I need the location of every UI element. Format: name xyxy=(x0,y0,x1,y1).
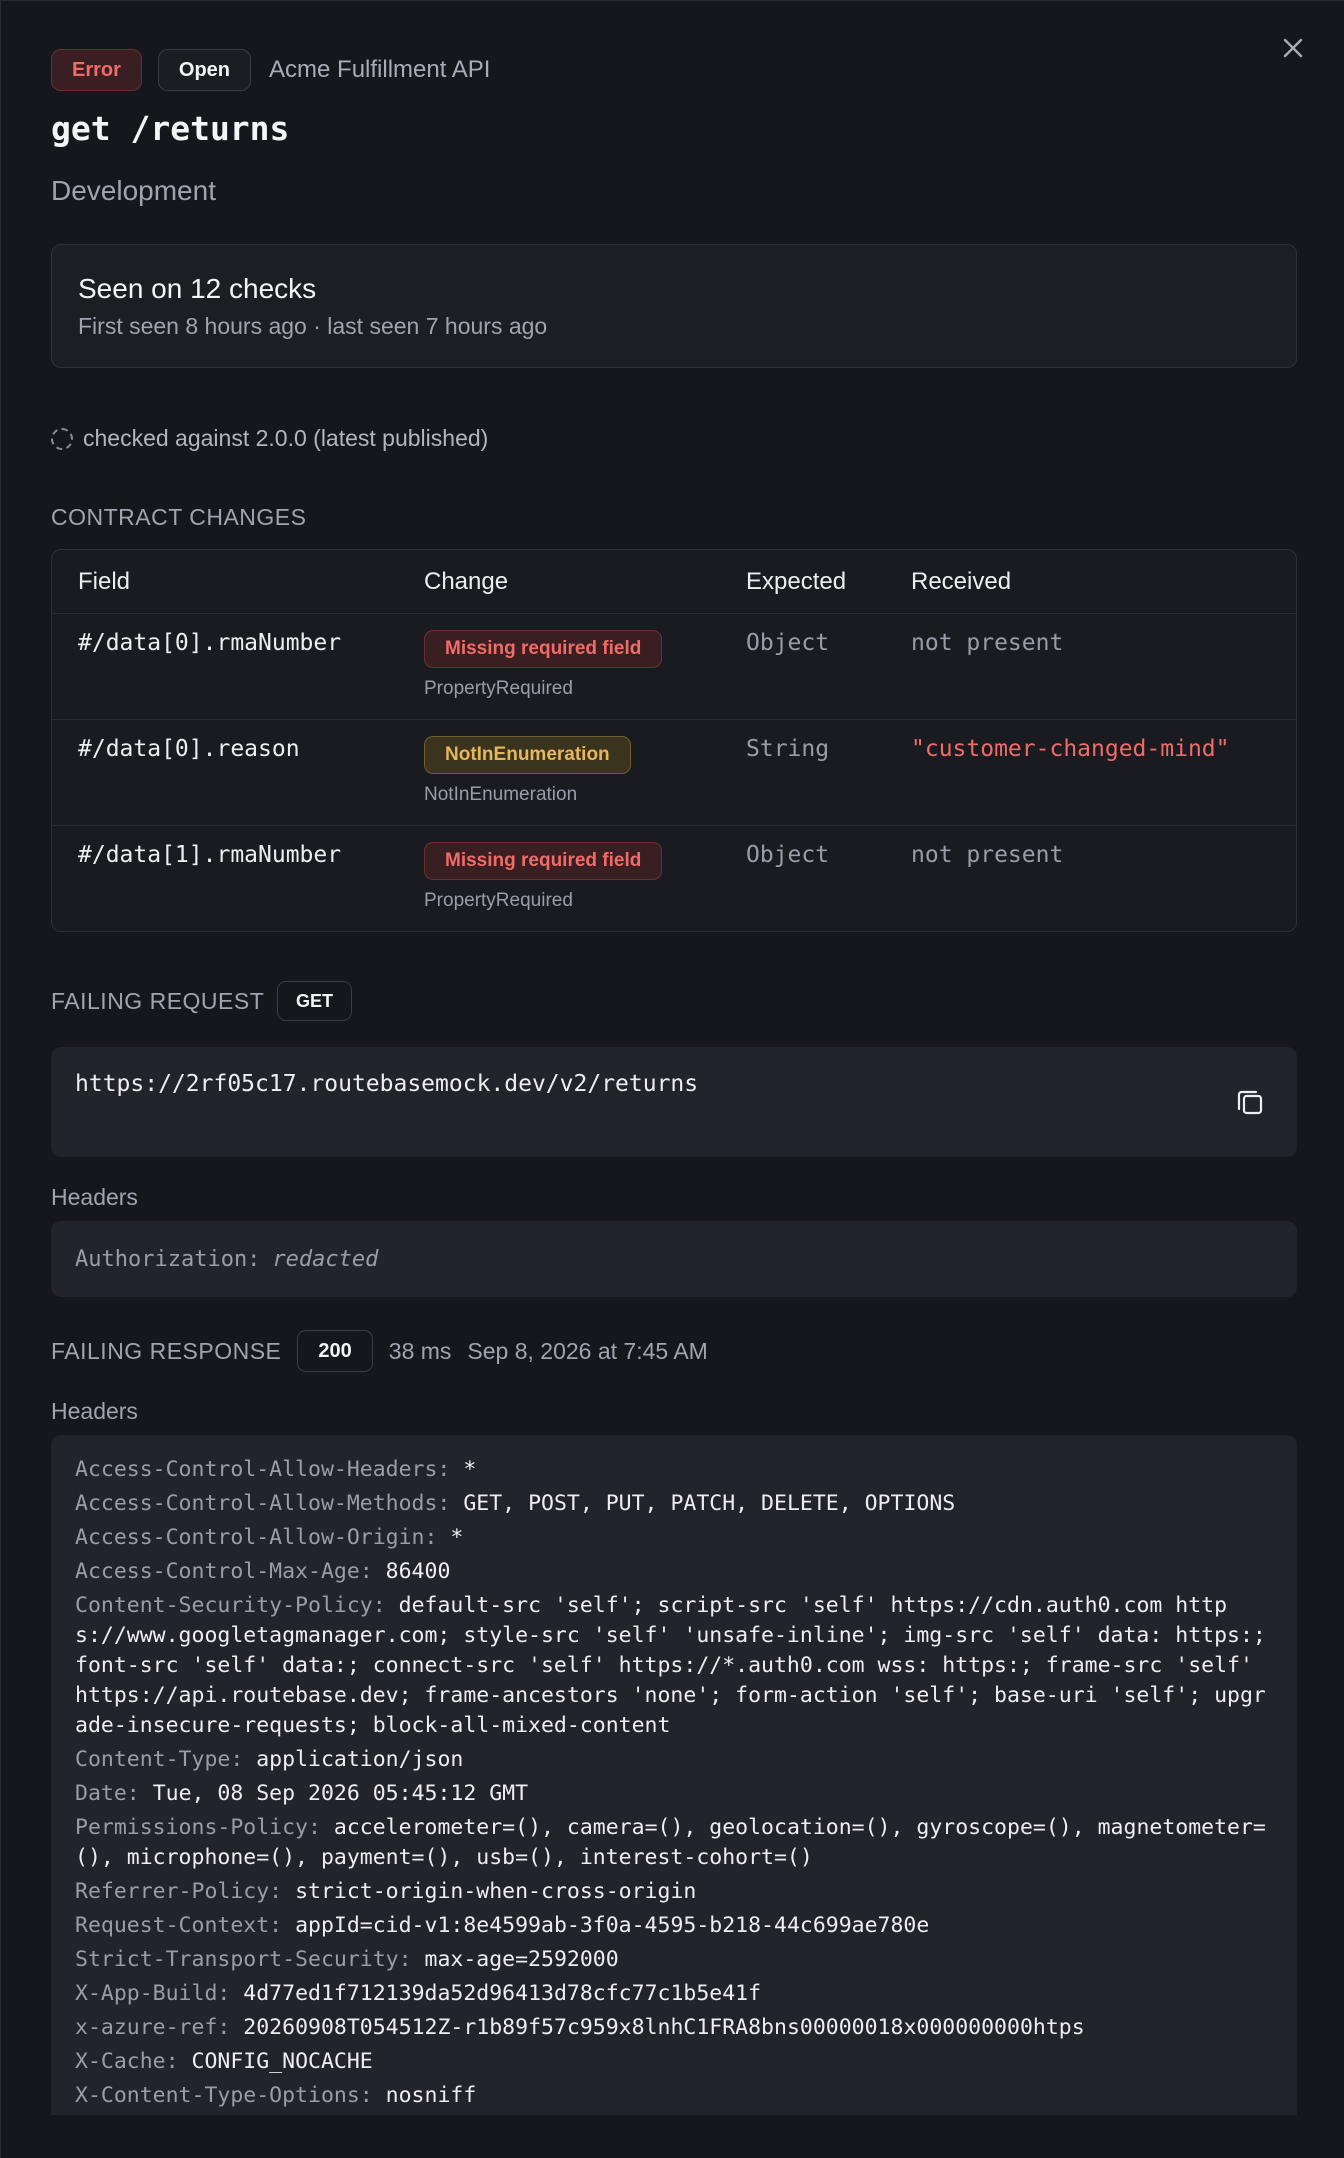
request-url-box: https://2rf05c17.routebasemock.dev/v2/re… xyxy=(51,1047,1297,1157)
copy-url-button[interactable] xyxy=(1233,1085,1267,1119)
change-cell: Missing required field PropertyRequired xyxy=(424,630,663,700)
header-line: X-App-Build: 4d77ed1f712139da52d96413d78… xyxy=(75,1981,762,2006)
failing-request-label: FAILING REQUEST xyxy=(51,988,265,1014)
response-duration: 38 ms xyxy=(388,1337,452,1364)
response-timestamp: Sep 8, 2026 at 7:45 AM xyxy=(467,1337,708,1364)
field-path: #/data[0].reason xyxy=(78,736,300,762)
expected-value: Object xyxy=(746,842,830,868)
header-line: X-Cache: CONFIG_NOCACHE xyxy=(75,2049,373,2074)
change-badge: Missing required field xyxy=(424,842,663,880)
header-line: Strict-Transport-Security: max-age=25920… xyxy=(75,1947,619,1972)
change-code: PropertyRequired xyxy=(424,890,573,911)
received-value: not present xyxy=(911,842,1064,868)
failing-response-label: FAILING RESPONSE xyxy=(51,1337,282,1364)
http-method-badge: GET xyxy=(277,981,353,1021)
expected-value: Object xyxy=(746,630,830,656)
field-path: #/data[1].rmaNumber xyxy=(78,842,342,868)
change-code: PropertyRequired xyxy=(424,678,573,699)
contract-changes-table: Field Change Expected Received #/data[0]… xyxy=(51,549,1297,932)
error-badge: Error xyxy=(51,49,142,91)
header-line: Access-Control-Allow-Headers: * xyxy=(75,1457,477,1482)
change-code: NotInEnumeration xyxy=(424,784,578,805)
change-cell: Missing required field PropertyRequired xyxy=(424,842,663,912)
status-code-badge: 200 xyxy=(297,1330,373,1372)
checked-against-row: checked against 2.0.0 (latest published) xyxy=(51,425,488,452)
header-line: Date: Tue, 08 Sep 2026 05:45:12 GMT xyxy=(75,1781,529,1806)
header-value: redacted xyxy=(272,1246,379,1272)
header-line: X-Content-Type-Options: nosniff xyxy=(75,2083,477,2108)
header-line: Content-Security-Policy: default-src 'se… xyxy=(75,1593,1279,1738)
header-line: Request-Context: appId=cid-v1:8e4599ab-3… xyxy=(75,1913,930,1938)
request-headers-label: Headers xyxy=(51,1184,138,1210)
dashed-circle-icon xyxy=(51,427,73,450)
contract-changes-label: CONTRACT CHANGES xyxy=(51,504,307,530)
table-header: Field Change Expected Received xyxy=(52,550,1296,614)
received-value: not present xyxy=(911,630,1064,656)
close-icon xyxy=(1283,38,1303,58)
column-header-received: Received xyxy=(911,568,1012,595)
seen-timeline: First seen 8 hours ago · last seen 7 hou… xyxy=(78,313,548,339)
request-url[interactable]: https://2rf05c17.routebasemock.dev/v2/re… xyxy=(75,1071,1273,1097)
response-headers-box[interactable]: Access-Control-Allow-Headers: * Access-C… xyxy=(51,1435,1297,2115)
expected-value: String xyxy=(746,736,830,762)
column-header-change: Change xyxy=(424,568,509,595)
header-line: Referrer-Policy: strict-origin-when-cros… xyxy=(75,1879,697,1904)
table-row: #/data[0].rmaNumber Missing required fie… xyxy=(52,614,1296,720)
table-row: #/data[0].reason NotInEnumeration NotInE… xyxy=(52,720,1296,826)
header-line: Access-Control-Allow-Origin: * xyxy=(75,1525,464,1550)
column-header-field: Field xyxy=(78,568,131,595)
column-header-expected: Expected xyxy=(746,568,847,595)
received-value: "customer-changed-mind" xyxy=(911,736,1230,762)
close-button[interactable] xyxy=(1278,33,1308,63)
page-title: get /returns xyxy=(51,109,290,148)
change-badge: Missing required field xyxy=(424,630,663,668)
response-headers-label: Headers xyxy=(51,1398,138,1424)
field-path: #/data[0].rmaNumber xyxy=(78,630,342,656)
seen-summary-card: Seen on 12 checks First seen 8 hours ago… xyxy=(51,244,1297,368)
change-cell: NotInEnumeration NotInEnumeration xyxy=(424,736,631,806)
checked-against-text: checked against 2.0.0 (latest published) xyxy=(83,425,489,451)
header-line: Access-Control-Allow-Methods: GET, POST,… xyxy=(75,1491,956,1516)
header-row: Error Open Acme Fulfillment API xyxy=(51,49,490,91)
table-row: #/data[1].rmaNumber Missing required fie… xyxy=(52,826,1296,931)
open-status-badge: Open xyxy=(157,49,252,91)
environment-label: Development xyxy=(51,175,216,206)
api-name: Acme Fulfillment API xyxy=(269,56,491,83)
issue-detail-panel: Error Open Acme Fulfillment API get /ret… xyxy=(0,0,1344,2158)
failing-response-row: FAILING RESPONSE 200 38 ms Sep 8, 2026 a… xyxy=(51,1330,708,1372)
header-line: Access-Control-Max-Age: 86400 xyxy=(75,1559,451,1584)
copy-icon xyxy=(1237,1090,1263,1115)
header-line: Content-Type: application/json xyxy=(75,1747,464,1772)
request-headers-box: Authorization: redacted xyxy=(51,1221,1297,1297)
header-line: x-azure-ref: 20260908T054512Z-r1b89f57c9… xyxy=(75,2015,1085,2040)
seen-count: Seen on 12 checks xyxy=(78,273,317,304)
header-key: Authorization: xyxy=(75,1246,261,1272)
header-line: Permissions-Policy: accelerometer=(), ca… xyxy=(75,1815,1266,1870)
change-badge: NotInEnumeration xyxy=(424,736,631,774)
